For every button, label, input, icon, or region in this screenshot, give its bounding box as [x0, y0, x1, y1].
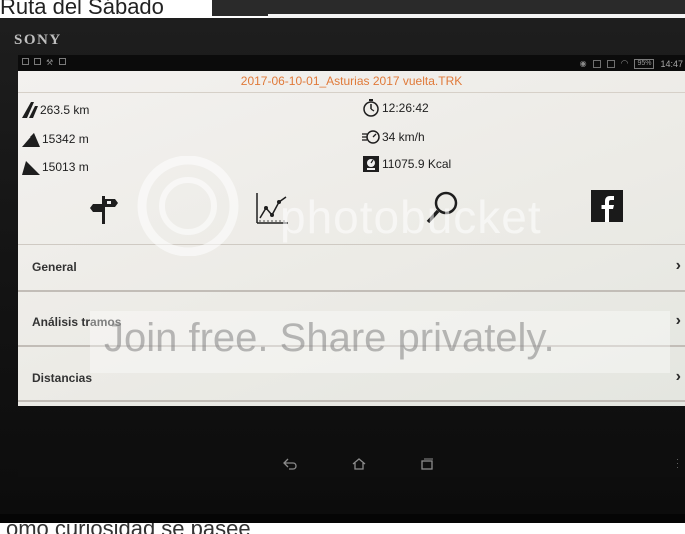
location-icon: ◉ — [579, 59, 587, 68]
wrench-icon: ⚒ — [46, 58, 54, 67]
chevron-right-icon: › — [675, 368, 681, 385]
notification-icon — [22, 58, 29, 65]
stat-duration-value: 12:26:42 — [382, 101, 429, 115]
row-distancias-label: Distancias — [32, 371, 93, 385]
notification-icon — [34, 58, 41, 65]
search-button[interactable] — [425, 189, 461, 230]
stat-speed-value: 34 km/h — [382, 130, 425, 144]
stat-distance-value: 263.5 km — [40, 103, 90, 117]
watermark-band — [90, 311, 670, 373]
android-nav-bar: · · · — [18, 451, 685, 477]
photo-bottom-edge — [0, 514, 685, 523]
stat-calories: 11075.9 Kcal — [362, 155, 451, 173]
watermark-camera-logo — [128, 155, 248, 261]
divider — [18, 244, 685, 245]
battery-icon: 95% — [634, 58, 655, 69]
stat-calories-value: 11075.9 Kcal — [382, 157, 452, 171]
road-icon — [22, 102, 38, 118]
stat-ascent: 15342 m — [22, 131, 89, 147]
wifi-icon: ◠ — [620, 58, 629, 68]
device-brand-logo: SONY — [14, 32, 62, 48]
stopwatch-icon — [363, 99, 379, 117]
signpost-button[interactable] — [90, 194, 118, 229]
android-status-bar: ⚒ ◉ ◠ 95% 14:47 — [18, 55, 685, 71]
stat-descent-value: 15013 m — [42, 160, 89, 174]
nfc-icon — [592, 59, 601, 68]
notification-icon — [59, 58, 66, 65]
facebook-icon — [591, 190, 623, 222]
ascent-icon — [22, 133, 40, 147]
line-chart-icon — [256, 193, 288, 224]
speed-icon — [362, 130, 380, 144]
chevron-right-icon: › — [675, 312, 681, 329]
descent-icon — [22, 161, 40, 175]
nav-home-button[interactable] — [352, 457, 366, 475]
web-page-header: Ruta del Sábado — [0, 0, 685, 18]
signal-icon — [606, 59, 615, 68]
signpost-icon — [90, 196, 118, 224]
nav-recents-button[interactable] — [420, 457, 434, 475]
divider — [18, 400, 685, 402]
row-general[interactable]: General › — [18, 247, 685, 287]
watermark-text: photobucket — [280, 191, 542, 243]
divider — [18, 290, 685, 292]
facebook-button[interactable] — [591, 190, 623, 227]
chevron-right-icon: › — [675, 257, 681, 274]
recents-icon — [421, 458, 433, 470]
notification-icons: ⚒ — [22, 58, 66, 67]
web-page-title: Ruta del Sábado — [0, 0, 164, 18]
app-screen: 2017-06-10-01_Asturias 2017 vuelta.TRK 2… — [18, 71, 685, 406]
scale-icon — [363, 156, 379, 172]
row-general-label: General — [32, 260, 77, 274]
divider — [18, 92, 685, 93]
web-page-caption-area: omo curiosidad se pasee — [0, 514, 685, 534]
chart-button[interactable] — [255, 191, 289, 230]
stat-ascent-value: 15342 m — [42, 132, 89, 146]
overflow-menu-icon[interactable]: · · · — [676, 455, 679, 472]
magnifier-icon — [426, 191, 458, 224]
status-time: 14:47 — [660, 58, 683, 69]
nav-back-button[interactable] — [283, 457, 297, 475]
system-status-icons: ◉ ◠ 95% 14:47 — [580, 58, 683, 69]
stat-distance: 263.5 km — [22, 102, 89, 118]
stat-duration: 12:26:42 — [362, 99, 429, 117]
track-file-title: 2017-06-10-01_Asturias 2017 vuelta.TRK — [240, 74, 463, 88]
home-icon — [352, 458, 366, 470]
stat-descent: 15013 m — [22, 159, 89, 175]
stat-speed: 34 km/h — [362, 128, 425, 146]
back-icon — [283, 458, 297, 470]
